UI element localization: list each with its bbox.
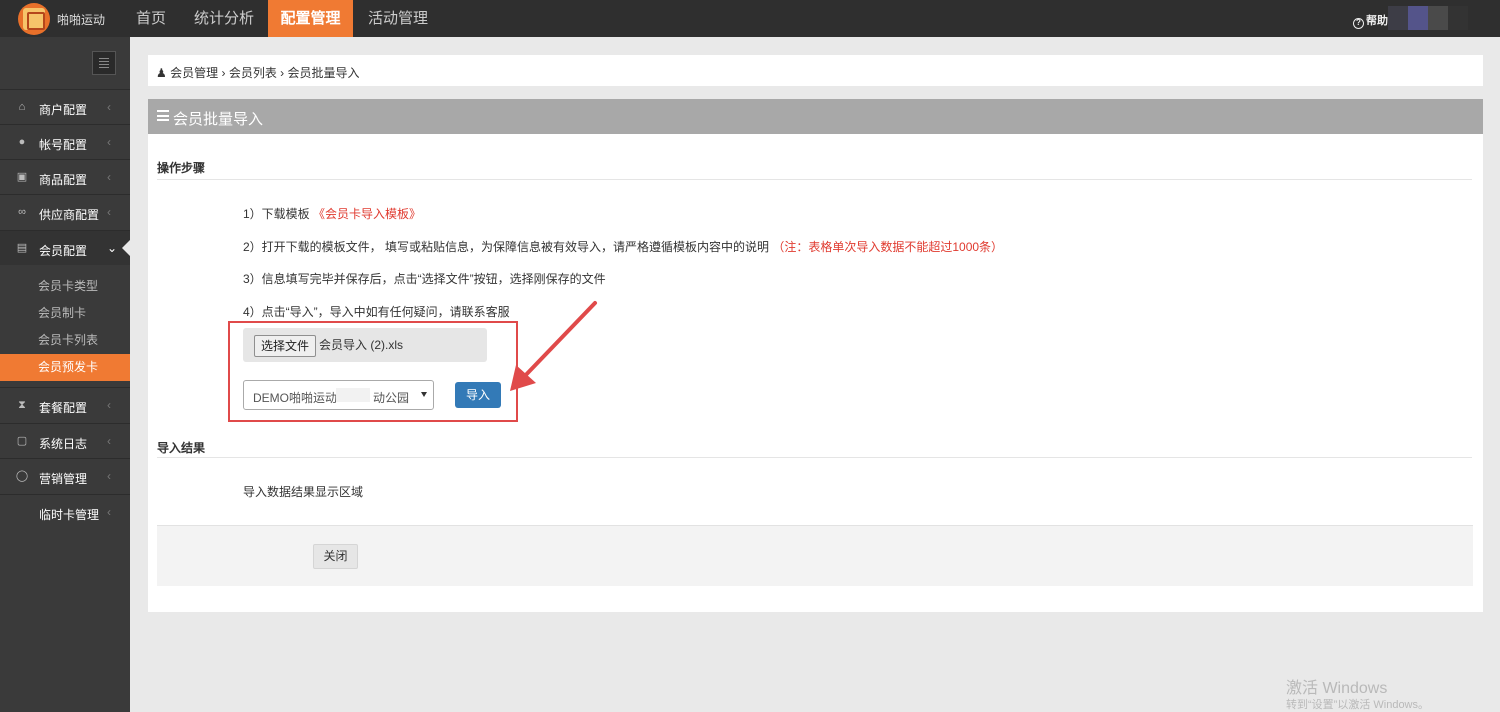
sidebar-item-system-log[interactable]: ▢ 系统日志 ‹	[0, 423, 130, 458]
chevron-left-icon: ‹	[107, 434, 111, 448]
sidebar-item-temp-card[interactable]: 临时卡管理 ‹	[0, 494, 130, 529]
chevron-left-icon: ‹	[107, 100, 111, 114]
sidebar-item-package-config[interactable]: ⧗ 套餐配置 ‹	[0, 387, 130, 422]
tab-config-management[interactable]: 配置管理	[268, 0, 353, 37]
breadcrumb-trail: ♟ 会员管理 › 会员列表 › 会员批量导入	[156, 64, 360, 81]
section-divider	[157, 457, 1472, 458]
redacted-text	[336, 388, 370, 402]
page-title: 会员批量导入	[173, 111, 264, 128]
user-icon: ●	[18, 136, 26, 148]
import-panel: 会员批量导入 操作步骤 1）下载模板 《会员卡导入模板》 2）打开下载的模板文件…	[148, 99, 1483, 612]
sidebar-item-member-config[interactable]: ▤ 会员配置 ⌄	[0, 230, 130, 265]
sidebar-toggle-icon[interactable]	[92, 51, 116, 75]
result-section-title: 导入结果	[157, 441, 206, 455]
chevron-left-icon: ‹	[107, 469, 111, 483]
close-button[interactable]: 关闭	[313, 544, 358, 569]
gift-icon: ▣	[16, 171, 28, 183]
chevron-left-icon: ‹	[107, 398, 111, 412]
choose-file-button[interactable]: 选择文件	[254, 335, 317, 357]
note-icon: ▢	[16, 435, 28, 447]
tab-statistics[interactable]: 统计分析	[182, 0, 266, 37]
top-navbar: 啪啪运动 首页 统计分析 配置管理 活动管理 ? 帮助	[0, 0, 1500, 37]
tab-home[interactable]: 首页	[124, 0, 178, 37]
step-4: 4）点击“导入”，导入中如有任何疑问，请联系客服	[243, 305, 510, 319]
step-3: 3）信息填写完毕并保存后，点击“选择文件”按钮，选择刚保存的文件	[243, 272, 606, 286]
sidebar-subitem-member-card-list[interactable]: 会员卡列表	[0, 327, 130, 354]
template-download-link[interactable]: 《会员卡导入模板》	[313, 207, 421, 221]
result-display-area: 导入数据结果显示区域	[243, 485, 364, 499]
id-card-icon: ▤	[16, 242, 28, 254]
selected-file-name: 会员导入 (2).xls	[319, 338, 404, 352]
breadcrumb-item-current: 会员批量导入	[287, 66, 360, 80]
hourglass-icon: ⧗	[18, 399, 26, 411]
sidebar-subitem-member-pre-issue[interactable]: 会员预发卡	[0, 354, 130, 381]
step-1: 1）下载模板 《会员卡导入模板》	[243, 207, 422, 221]
breadcrumb-separator: ›	[221, 66, 226, 80]
breadcrumb: ♟ 会员管理 › 会员列表 › 会员批量导入	[148, 55, 1483, 86]
breadcrumb-separator: ›	[280, 66, 285, 80]
chevron-left-icon: ‹	[107, 135, 111, 149]
panel-header: 会员批量导入	[148, 99, 1483, 134]
breadcrumb-item-member-management[interactable]: 会员管理	[170, 66, 218, 80]
sidebar-item-supplier-config[interactable]: ∞ 供应商配置 ‹	[0, 194, 130, 229]
sidebar-subitem-member-card-making[interactable]: 会员制卡	[0, 300, 130, 327]
sidebar-item-marketing[interactable]: ◯ 营销管理 ‹	[0, 458, 130, 493]
annotation-arrow-icon	[510, 301, 597, 391]
tab-activity-management[interactable]: 活动管理	[356, 0, 440, 37]
sidebar-item-product-config[interactable]: ▣ 商品配置 ‹	[0, 159, 130, 194]
user-icon: ♟	[156, 66, 167, 80]
home-icon: ⌂	[18, 101, 26, 113]
section-divider	[157, 179, 1472, 180]
chevron-down-icon: ⌄	[107, 241, 118, 255]
import-button[interactable]: 导入	[455, 382, 501, 408]
sidebar: ⌂ 商户配置 ‹ ● 帐号配置 ‹ ▣ 商品配置 ‹ ∞ 供应商配置 ‹ ▤ 会…	[0, 37, 130, 712]
step-2: 2）打开下载的模板文件， 填写或粘贴信息，为保障信息被有效导入，请严格遵循模板内…	[243, 240, 1004, 254]
brand-name[interactable]: 啪啪运动	[57, 11, 105, 28]
windows-activation-watermark: 激活 Windows	[1286, 680, 1388, 697]
venue-select[interactable]: DEMO啪啪运动 动公园	[243, 380, 434, 410]
chat-icon: ◯	[15, 470, 29, 482]
steps-section-title: 操作步骤	[157, 161, 206, 175]
list-icon	[157, 110, 169, 121]
breadcrumb-item-member-list[interactable]: 会员列表	[229, 66, 277, 80]
panel-footer: 关闭	[157, 525, 1473, 586]
help-link[interactable]: ? 帮助	[1353, 12, 1388, 29]
chevron-left-icon: ‹	[107, 505, 111, 519]
sidebar-item-account-config[interactable]: ● 帐号配置 ‹	[0, 124, 130, 159]
file-input[interactable]: 选择文件 会员导入 (2).xls	[243, 328, 487, 362]
chevron-left-icon: ‹	[107, 170, 111, 184]
brand-logo-icon[interactable]	[18, 3, 50, 35]
chevron-left-icon: ‹	[107, 205, 111, 219]
question-circle-icon: ?	[1353, 18, 1364, 29]
windows-activation-hint: 转到“设置”以激活 Windows。	[1286, 699, 1430, 711]
user-avatar[interactable]	[1388, 6, 1468, 30]
sidebar-subitem-member-card-type[interactable]: 会员卡类型	[0, 273, 130, 300]
caret-down-icon	[421, 392, 427, 397]
step-2-note: （注：表格单次导入数据不能超过1000条）	[772, 240, 1004, 254]
link-icon: ∞	[18, 206, 26, 218]
sidebar-item-merchant-config[interactable]: ⌂ 商户配置 ‹	[0, 89, 130, 124]
